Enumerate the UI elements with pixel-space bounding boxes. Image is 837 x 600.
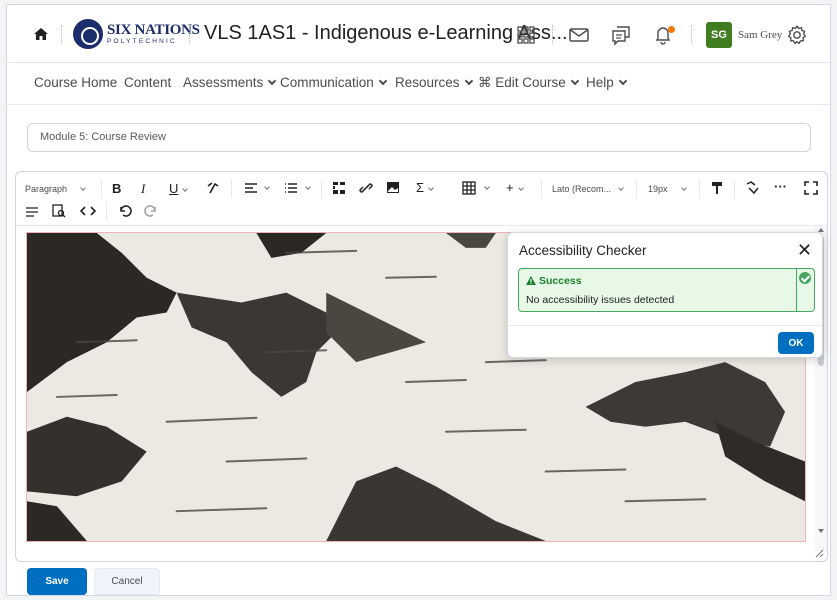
chevron-down-icon [182, 186, 189, 192]
separator [189, 25, 190, 43]
link-icon[interactable] [359, 181, 373, 195]
align-icon[interactable] [244, 182, 258, 194]
separator [691, 25, 692, 43]
chevron-down-icon [618, 185, 624, 191]
toolbar-divider [231, 180, 232, 198]
success-alert: Success No accessibility issues detected [518, 268, 815, 312]
logo-emblem-icon [73, 19, 103, 49]
source-code-icon[interactable] [80, 205, 96, 217]
more-actions-button[interactable]: ··· [774, 180, 787, 193]
redo-icon[interactable] [144, 204, 158, 218]
chevron-down-icon [428, 185, 434, 191]
save-button[interactable]: Save [27, 568, 87, 595]
format-painter-icon[interactable] [710, 181, 724, 195]
chevron-down-icon [484, 184, 490, 190]
format-select[interactable]: Paragraph [25, 185, 86, 194]
toolbar-divider [699, 180, 700, 198]
html-editor: Paragraph B I U Σ + Lato (Recom... 19px [15, 171, 828, 562]
gear-icon[interactable] [786, 24, 808, 46]
nav-course-home[interactable]: Course Home [34, 75, 117, 90]
warning-triangle-icon [526, 276, 536, 285]
alert-title: Success [526, 275, 582, 287]
title-input[interactable]: Module 5: Course Review [27, 123, 811, 152]
top-bar: SIX NATIONS POLYTECHNIC VLS 1AS1 - Indig… [7, 5, 830, 63]
scroll-down-icon[interactable] [818, 529, 824, 533]
dialog-divider [508, 325, 822, 326]
accessibility-check-icon[interactable] [745, 181, 759, 195]
nav-communication[interactable]: Communication [280, 75, 388, 90]
chevron-down-icon [80, 185, 86, 191]
nav-assessments[interactable]: Assessments [183, 75, 277, 90]
dialog-title: Accessibility Checker [519, 243, 647, 258]
nav-help[interactable]: Help [586, 75, 628, 90]
word-count-icon[interactable] [25, 205, 39, 217]
toolbar-divider [106, 202, 107, 220]
separator [552, 25, 553, 43]
chevron-down-icon [378, 76, 388, 86]
table-icon[interactable] [462, 181, 476, 195]
preview-icon[interactable] [52, 204, 66, 218]
chevron-down-icon [305, 184, 311, 190]
grid-icon[interactable] [515, 24, 537, 46]
course-title[interactable]: VLS 1AS1 - Indigenous e-Learning Ass... [204, 22, 568, 45]
toolbar-divider [734, 180, 735, 198]
bold-button[interactable]: B [112, 182, 121, 195]
font-family-select[interactable]: Lato (Recom... [552, 185, 624, 194]
image-icon[interactable] [386, 181, 400, 194]
home-icon[interactable] [33, 27, 49, 41]
nav-content[interactable]: Content [124, 75, 171, 90]
nav-resources[interactable]: Resources [395, 75, 473, 90]
chevron-down-icon [517, 185, 524, 191]
toolbar-divider [321, 180, 322, 198]
alert-divider [796, 269, 797, 311]
chevron-down-icon [680, 185, 687, 191]
separator [61, 25, 62, 43]
close-icon[interactable]: ✕ [797, 241, 812, 259]
check-circle-icon [799, 272, 811, 284]
italic-button[interactable]: I [141, 182, 145, 195]
insert-button[interactable]: + [506, 181, 524, 194]
font-size-select[interactable]: 19px [648, 185, 687, 194]
chevron-down-icon [618, 76, 628, 86]
ok-button[interactable]: OK [778, 332, 814, 354]
text-color-icon[interactable] [206, 181, 220, 195]
toolbar-divider [636, 180, 637, 198]
underline-button[interactable]: U [169, 182, 189, 195]
toolbar-divider [541, 180, 542, 198]
equation-button[interactable]: Σ [416, 181, 434, 194]
insert-stuff-icon[interactable] [332, 181, 346, 195]
avatar[interactable]: SG [706, 22, 732, 48]
resize-handle-icon[interactable] [814, 548, 824, 558]
chat-icon[interactable] [610, 24, 632, 46]
chevron-down-icon [268, 76, 277, 86]
course-navbar: Course Home Content Assessments Communic… [7, 63, 830, 105]
accessibility-checker-dialog: Accessibility Checker ✕ Success No acces… [507, 232, 823, 358]
editor-toolbar: Paragraph B I U Σ + Lato (Recom... 19px [16, 172, 827, 226]
fullscreen-icon[interactable] [804, 181, 818, 195]
username[interactable]: Sam Grey [738, 29, 782, 41]
logo[interactable]: SIX NATIONS POLYTECHNIC [73, 18, 200, 50]
toolbar-divider [101, 180, 102, 198]
list-icon[interactable] [284, 182, 298, 194]
alert-message: No accessibility issues detected [526, 294, 675, 306]
logo-main-text: SIX NATIONS [107, 21, 200, 38]
notification-dot-icon [668, 26, 675, 33]
chevron-down-icon [264, 184, 270, 190]
mail-icon[interactable] [568, 24, 590, 46]
chevron-down-icon [464, 76, 473, 86]
app-frame: SIX NATIONS POLYTECHNIC VLS 1AS1 - Indig… [6, 4, 831, 596]
cancel-button[interactable]: Cancel [94, 568, 160, 595]
chevron-down-icon [570, 76, 580, 86]
nav-edit-course[interactable]: ⌘ Edit Course [478, 75, 580, 91]
undo-icon[interactable] [118, 204, 132, 218]
logo-sub-text: POLYTECHNIC [107, 37, 177, 45]
